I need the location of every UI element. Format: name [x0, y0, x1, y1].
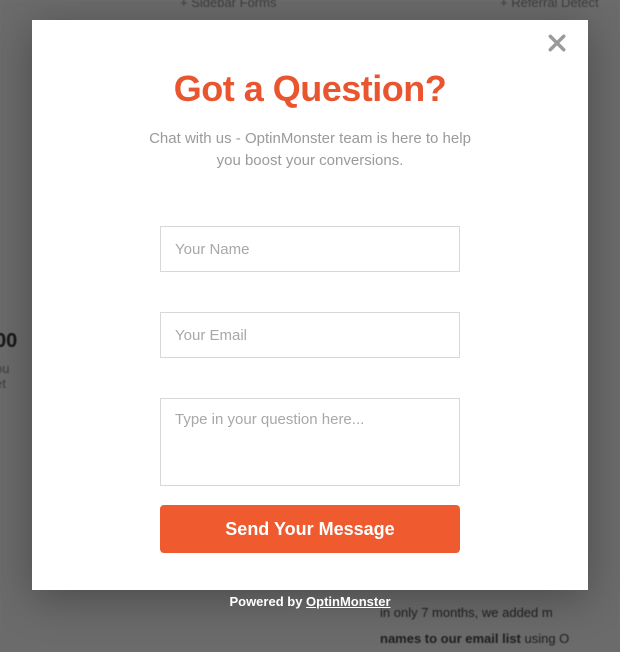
submit-button[interactable]: Send Your Message	[160, 505, 460, 553]
modal-title: Got a Question?	[82, 68, 538, 110]
contact-modal: Got a Question? Chat with us - OptinMons…	[32, 20, 588, 590]
name-input[interactable]	[160, 226, 460, 272]
contact-form: Send Your Message	[160, 226, 460, 553]
powered-brand-link[interactable]: OptinMonster	[306, 594, 391, 609]
email-input[interactable]	[160, 312, 460, 358]
powered-prefix: Powered by	[229, 594, 306, 609]
message-textarea[interactable]	[160, 398, 460, 486]
close-icon	[548, 34, 566, 52]
powered-by: Powered by OptinMonster	[32, 594, 588, 609]
close-button[interactable]	[548, 34, 570, 56]
modal-subtitle: Chat with us - OptinMonster team is here…	[140, 128, 480, 172]
